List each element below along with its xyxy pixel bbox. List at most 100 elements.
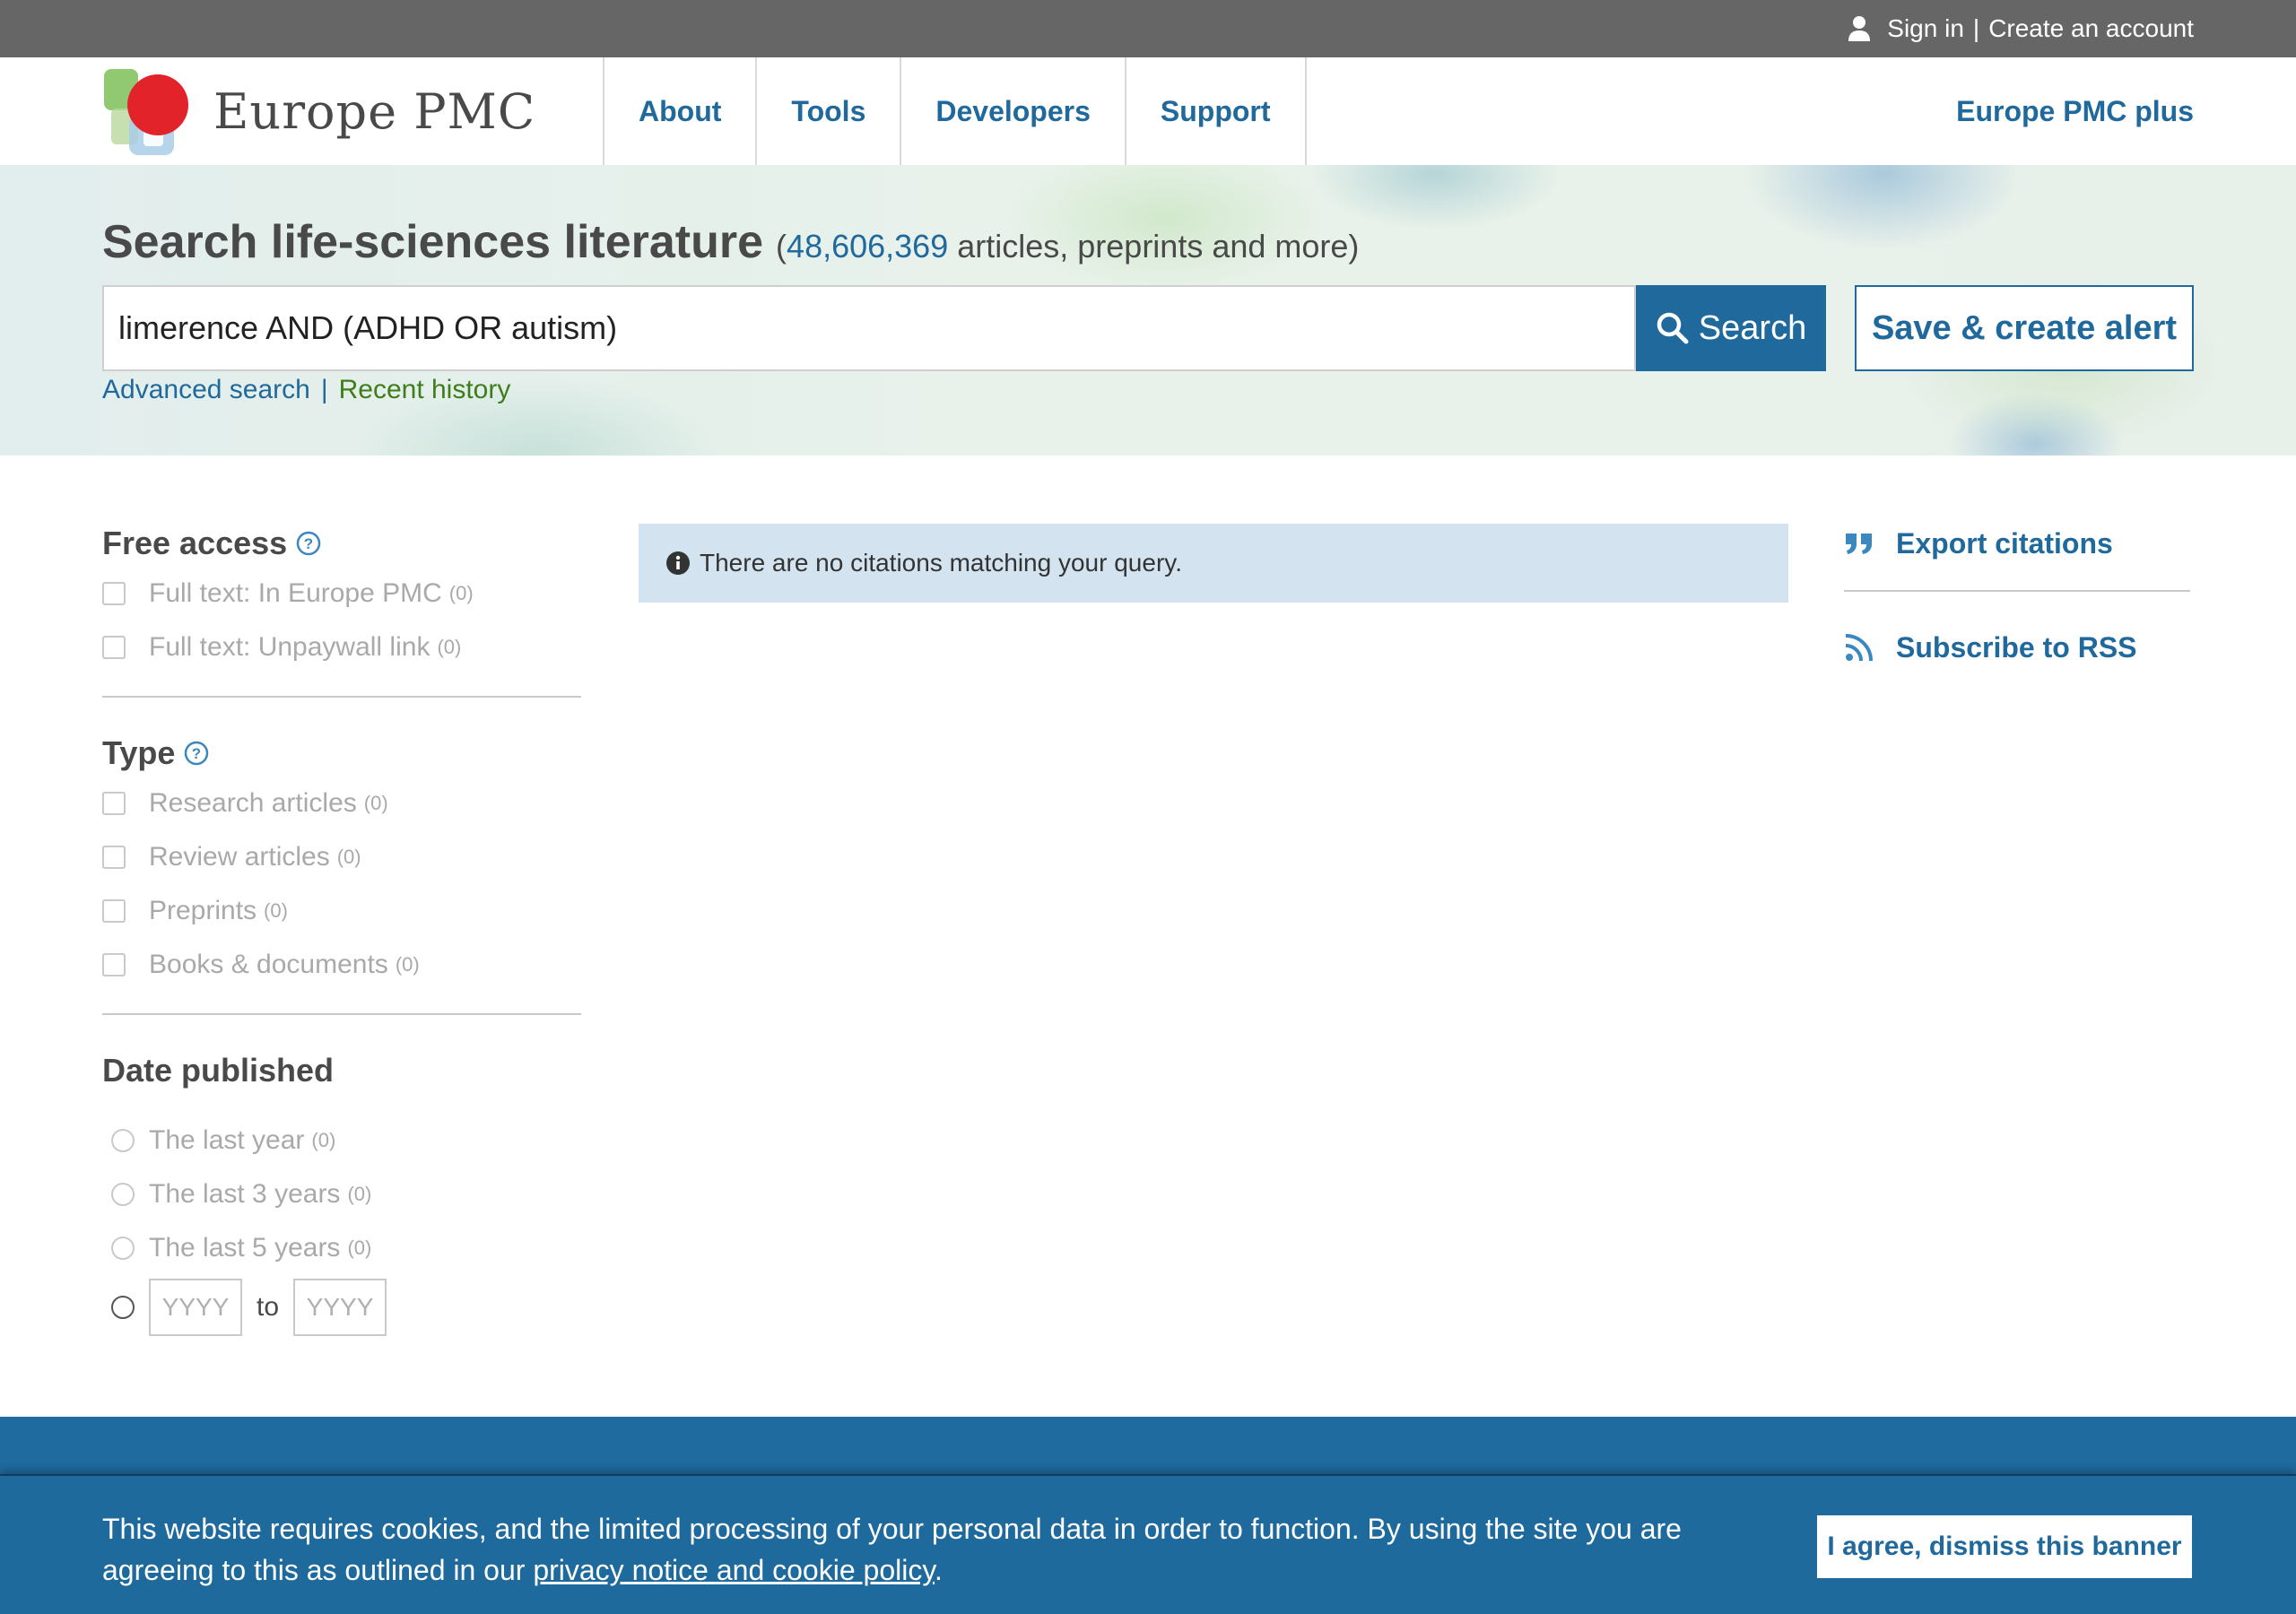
cookie-text: This website requires cookies, and the l… bbox=[102, 1508, 1735, 1591]
export-citations-link[interactable]: Export citations bbox=[1844, 520, 2190, 567]
radio[interactable] bbox=[111, 1237, 135, 1260]
export-citations-label: Export citations bbox=[1896, 526, 2113, 560]
search-heading: Search life-sciences literature bbox=[102, 216, 764, 268]
filter-last-5-years[interactable]: The last 5 years (0) bbox=[102, 1221, 581, 1275]
filter-count: (0) bbox=[437, 636, 462, 658]
filter-label: Full text: Unpaywall link bbox=[149, 632, 430, 662]
filter-research-articles[interactable]: Research articles (0) bbox=[102, 777, 581, 830]
date-published-title: Date published bbox=[102, 1052, 335, 1089]
nav-europe-pmc-plus[interactable]: Europe PMC plus bbox=[1956, 57, 2194, 165]
article-count-text: (48,606,369 articles, preprints and more… bbox=[776, 228, 1359, 265]
type-title: Type bbox=[102, 734, 176, 771]
quote-icon bbox=[1846, 534, 1872, 554]
filter-count: (0) bbox=[311, 1129, 336, 1151]
nav-tools[interactable]: Tools bbox=[755, 57, 900, 165]
advanced-search-link[interactable]: Advanced search bbox=[102, 375, 310, 405]
from-year-input[interactable]: YYYY bbox=[149, 1279, 242, 1336]
svg-text:?: ? bbox=[304, 535, 313, 552]
search-title: Search life-sciences literature (48,606,… bbox=[102, 215, 1359, 269]
count-open: ( bbox=[776, 228, 787, 265]
filter-label: The last 5 years bbox=[149, 1233, 341, 1263]
to-year-input[interactable]: YYYY bbox=[293, 1279, 387, 1336]
divider bbox=[1844, 590, 2190, 592]
account-separator: | bbox=[1972, 14, 1980, 42]
filter-count: (0) bbox=[363, 792, 388, 814]
no-results-message: There are no citations matching your que… bbox=[639, 524, 1788, 603]
recent-history-link[interactable]: Recent history bbox=[339, 375, 511, 405]
subscribe-rss-label: Subscribe to RSS bbox=[1896, 630, 2137, 664]
checkbox[interactable] bbox=[102, 792, 126, 815]
help-icon[interactable]: ? bbox=[296, 531, 321, 556]
nav-support[interactable]: Support bbox=[1124, 57, 1307, 165]
to-label: to bbox=[257, 1292, 280, 1322]
search-icon bbox=[1657, 312, 1689, 344]
date-published-heading: Date published bbox=[102, 1047, 581, 1094]
rss-icon bbox=[1845, 634, 1873, 662]
search-input[interactable]: limerence AND (ADHD OR autism) bbox=[102, 285, 1636, 371]
top-bar: Sign in | Create an account bbox=[0, 0, 2296, 57]
logo-text: Europe PMC bbox=[213, 82, 536, 140]
no-results-text: There are no citations matching your que… bbox=[700, 549, 1182, 577]
free-access-heading: Free access ? bbox=[102, 520, 581, 567]
filter-count: (0) bbox=[336, 846, 361, 868]
filter-count: (0) bbox=[347, 1183, 372, 1205]
dismiss-cookie-banner-button[interactable]: I agree, dismiss this banner bbox=[1817, 1515, 2192, 1578]
checkbox[interactable] bbox=[102, 953, 126, 976]
nav-developers[interactable]: Developers bbox=[900, 57, 1125, 165]
site-header: Europe PMC About Tools Developers Suppor… bbox=[0, 57, 2296, 165]
checkbox[interactable] bbox=[102, 846, 126, 869]
privacy-policy-link[interactable]: privacy notice and cookie policy bbox=[533, 1554, 935, 1586]
search-links-separator: | bbox=[320, 375, 328, 404]
custom-range-radio[interactable] bbox=[111, 1296, 135, 1319]
sign-in-link[interactable]: Sign in bbox=[1887, 14, 1964, 43]
search-button[interactable]: Search bbox=[1636, 285, 1826, 371]
cookie-message-end: . bbox=[934, 1554, 943, 1586]
radio[interactable] bbox=[111, 1129, 135, 1152]
user-icon bbox=[1848, 16, 1871, 41]
filter-label: Research articles bbox=[149, 788, 357, 818]
custom-date-range: YYYY to YYYY bbox=[102, 1279, 581, 1336]
divider bbox=[102, 696, 581, 698]
account-links: Sign in | Create an account bbox=[1848, 0, 2194, 57]
cookie-banner: This website requires cookies, and the l… bbox=[0, 1474, 2296, 1614]
main-nav: About Tools Developers Support bbox=[603, 57, 1307, 165]
europe-pmc-logo[interactable]: Europe PMC bbox=[102, 65, 551, 158]
filter-last-3-years[interactable]: The last 3 years (0) bbox=[102, 1167, 581, 1221]
subscribe-rss-link[interactable]: Subscribe to RSS bbox=[1844, 624, 2190, 671]
filter-last-year[interactable]: The last year (0) bbox=[102, 1114, 581, 1167]
divider bbox=[102, 1013, 581, 1015]
filter-count: (0) bbox=[395, 953, 420, 976]
checkbox[interactable] bbox=[102, 899, 126, 923]
filter-count: (0) bbox=[264, 899, 288, 922]
create-account-link[interactable]: Create an account bbox=[1988, 14, 2194, 43]
filter-full-text-europe-pmc[interactable]: Full text: In Europe PMC (0) bbox=[102, 567, 581, 620]
article-count: 48,606,369 bbox=[787, 228, 949, 265]
filter-count: (0) bbox=[347, 1237, 372, 1259]
filter-label: Review articles bbox=[149, 842, 330, 872]
save-create-alert-button[interactable]: Save & create alert bbox=[1855, 285, 2194, 371]
checkbox[interactable] bbox=[102, 582, 126, 605]
filter-review-articles[interactable]: Review articles (0) bbox=[102, 830, 581, 884]
search-button-label: Search bbox=[1698, 308, 1807, 347]
filter-count: (0) bbox=[448, 582, 474, 604]
filter-books-documents[interactable]: Books & documents (0) bbox=[102, 938, 581, 992]
filter-label: The last year bbox=[149, 1125, 305, 1155]
filter-full-text-unpaywall[interactable]: Full text: Unpaywall link (0) bbox=[102, 620, 581, 674]
help-icon[interactable]: ? bbox=[184, 741, 209, 766]
nav-about[interactable]: About bbox=[603, 57, 755, 165]
svg-text:?: ? bbox=[192, 745, 201, 762]
filter-label: Books & documents bbox=[149, 950, 388, 979]
filters-sidebar: Free access ? Full text: In Europe PMC (… bbox=[102, 520, 581, 1336]
info-icon bbox=[666, 551, 690, 575]
type-heading: Type ? bbox=[102, 730, 581, 777]
checkbox[interactable] bbox=[102, 636, 126, 659]
filter-label: Preprints bbox=[149, 896, 257, 925]
filter-preprints[interactable]: Preprints (0) bbox=[102, 884, 581, 938]
filter-label: The last 3 years bbox=[149, 1179, 341, 1209]
count-suffix: articles, preprints and more) bbox=[948, 228, 1360, 265]
europe-pmc-logo-icon bbox=[104, 69, 188, 155]
result-actions: Export citations Subscribe to RSS bbox=[1844, 520, 2190, 671]
radio[interactable] bbox=[111, 1183, 135, 1206]
free-access-title: Free access bbox=[102, 525, 288, 561]
filter-label: Full text: In Europe PMC bbox=[149, 578, 442, 608]
